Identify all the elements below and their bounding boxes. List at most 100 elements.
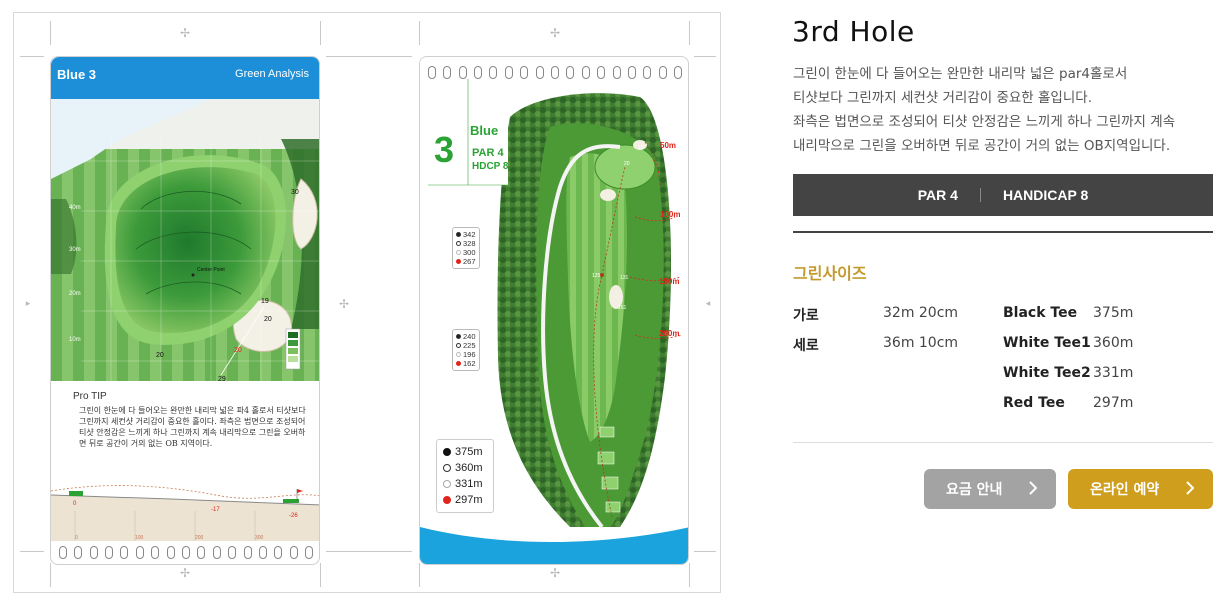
map-mark: 20	[624, 161, 630, 167]
crop-mark	[689, 21, 690, 45]
handicap-label: HANDICAP 8	[1002, 187, 1089, 203]
crop-mark	[694, 551, 716, 552]
binder-holes	[420, 61, 688, 83]
tee-legend-red: 297m	[455, 494, 483, 506]
tee-distance: 331m	[1093, 365, 1134, 381]
legend-value: 162	[463, 359, 476, 368]
crop-mark	[20, 56, 44, 57]
green-mark: 30	[291, 189, 299, 196]
registration-mark-icon: ▸	[25, 299, 31, 309]
y-tick-20: 20m	[69, 291, 81, 297]
tee-name: Black Tee	[1003, 305, 1078, 321]
crop-mark	[320, 21, 321, 45]
green-analysis-card: Blue 3 Green Analysis 40m 30m 20m 10m Ce…	[50, 56, 320, 565]
y-tick-40: 40m	[69, 205, 81, 211]
tee-distance: 297m	[1093, 395, 1134, 411]
crop-mark	[326, 56, 412, 57]
price-info-button[interactable]: 요금 안내	[924, 469, 1056, 509]
divider	[793, 231, 1213, 233]
registration-mark-icon: ✢	[179, 566, 191, 580]
tee-name: White Tee1	[1003, 335, 1091, 351]
map-mark: 131	[620, 275, 629, 281]
distance-marker: 150m	[659, 277, 680, 286]
tee-legend-white1: 360m	[455, 462, 483, 474]
tee-distance: 360m	[1093, 335, 1134, 351]
map-mark: 15	[638, 145, 644, 151]
crop-mark	[320, 563, 321, 587]
y-tick-30: 30m	[69, 247, 81, 253]
binder-holes	[51, 541, 319, 563]
registration-mark-icon: ✢	[549, 26, 561, 40]
elevation-end: -26	[289, 513, 298, 519]
registration-mark-icon: ✢	[179, 26, 191, 40]
green-mark: 20	[156, 352, 164, 359]
green-mark: 29	[218, 376, 226, 381]
divider	[793, 442, 1213, 443]
elevation-profile: 0 -17 -26 0 100 200 300	[51, 485, 319, 541]
hole-hdcp: HDCP 8	[472, 161, 509, 172]
map-mark: 161	[618, 305, 627, 311]
hole-title: 3rd Hole	[792, 15, 915, 48]
hole-guide-frame: ✢ ✢ ✢ ✢ ✢ ▸ ◂ Blue 3 Green Analysis 40m …	[13, 12, 721, 593]
registration-mark-icon: ◂	[705, 299, 711, 309]
online-reservation-button[interactable]: 온라인 예약	[1068, 469, 1213, 509]
price-info-label: 요금 안내	[946, 482, 1003, 498]
green-contour-map: 40m 30m 20m 10m 0m Center Point 30 20 20…	[51, 99, 319, 381]
hole-layout-card: 20 15 125 131 161 3 Blue PAR 4 HDCP 8 50…	[419, 56, 689, 565]
distance-marker: 50m	[660, 141, 677, 150]
map-mark: 125	[592, 273, 601, 279]
crop-mark	[326, 551, 412, 552]
tee-legend-white2: 331m	[455, 478, 483, 490]
online-reservation-label: 온라인 예약	[1090, 482, 1160, 498]
legend-value: 328	[463, 239, 476, 248]
crop-mark	[419, 21, 420, 45]
tee-name: Red Tee	[1003, 395, 1065, 411]
green-analysis-title: Green Analysis	[235, 68, 309, 80]
course-tag: Blue 3	[57, 67, 97, 82]
green-width-label: 가로	[793, 308, 819, 324]
elevation-mid: -17	[211, 507, 220, 513]
distance-legend-lower: 240 225 196 162	[452, 329, 480, 371]
par-handicap-bar: PAR 4 HANDICAP 8	[793, 174, 1213, 216]
green-size-title: 그린사이즈	[793, 264, 867, 283]
distance-legend-upper: 342 328 300 267	[452, 227, 480, 269]
tee-name: White Tee2	[1003, 365, 1091, 381]
crop-mark	[50, 563, 51, 587]
crop-mark	[689, 563, 690, 587]
hole-number: 3	[434, 129, 455, 170]
hole-description: 그린이 한눈에 다 들어오는 완만한 내리막 넓은 par4홀로서 티샷보다 그…	[793, 66, 1176, 154]
green-width-value: 32m 20cm	[883, 305, 959, 321]
par-label: PAR 4	[917, 187, 958, 203]
distance-marker: 100m	[660, 210, 681, 219]
green-length-value: 36m 10cm	[883, 335, 959, 351]
pro-tip-text: 그린이 한눈에 다 들어오는 완만한 내리막 넓은 파4 홀로서 티샷보다 그린…	[79, 406, 306, 448]
green-length-label: 세로	[793, 338, 819, 354]
legend-value: 300	[463, 248, 476, 257]
divider	[979, 188, 981, 202]
green-mark: 19	[261, 298, 269, 305]
chevron-right-icon	[1186, 481, 1195, 495]
legend-value: 342	[463, 230, 476, 239]
legend-value: 196	[463, 350, 476, 359]
green-mark: 20	[234, 347, 242, 354]
tee-distance-legend: 375m 360m 331m 297m	[436, 439, 494, 513]
chevron-right-icon	[1029, 481, 1038, 495]
legend-value: 240	[463, 332, 476, 341]
registration-mark-icon: ✢	[549, 566, 561, 580]
legend-value: 225	[463, 341, 476, 350]
crop-mark	[694, 56, 716, 57]
distance-marker: 200m	[659, 329, 680, 338]
registration-mark-icon: ✢	[338, 297, 350, 311]
green-mark: 20	[264, 316, 272, 323]
crop-mark	[50, 21, 51, 45]
pro-tip-title: Pro TIP	[73, 391, 107, 402]
hole-tee-course: Blue	[470, 123, 499, 138]
center-point-label: Center Point	[197, 267, 225, 273]
green-analysis-header: Blue 3 Green Analysis	[51, 57, 319, 99]
tee-legend-black: 375m	[455, 446, 483, 458]
crop-mark	[20, 551, 44, 552]
hole-par: PAR 4	[472, 147, 504, 159]
crop-mark	[419, 563, 420, 587]
y-tick-10: 10m	[69, 337, 81, 343]
tee-distance: 375m	[1093, 305, 1134, 321]
